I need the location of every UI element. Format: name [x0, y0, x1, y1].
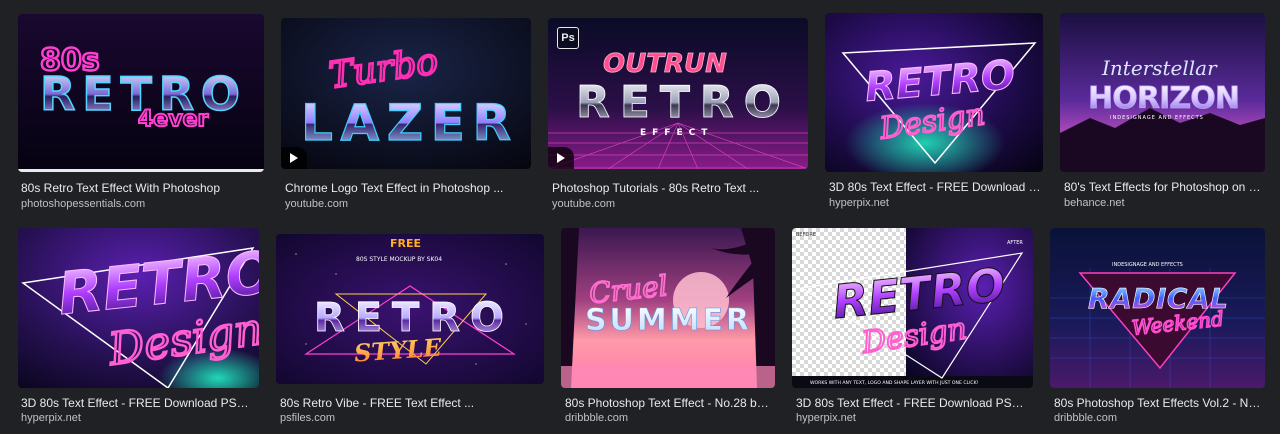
result-thumbnail-5[interactable]: Interstellar HORIZON INDESIGNAGE AND EFF… [1060, 13, 1265, 172]
result-thumbnail-7[interactable]: FREE 80S STYLE MOCKUP BY SK04 RETRO STYL… [276, 234, 544, 384]
result-thumbnail-6[interactable]: RETRO Design [18, 228, 259, 388]
svg-text:AFTER: AFTER [1007, 240, 1023, 246]
result-source[interactable]: behance.net [1064, 197, 1125, 209]
result-source[interactable]: psfiles.com [280, 412, 335, 424]
result-card-8[interactable]: Cruel SUMMER 80s Photoshop Text Effect -… [561, 228, 775, 428]
svg-text:OUTRUN: OUTRUN [603, 49, 727, 79]
svg-text:LAZER: LAZER [301, 94, 511, 152]
svg-text:WORKS WITH ANY TEXT, LOGO AND: WORKS WITH ANY TEXT, LOGO AND SHAPE LAYE… [810, 380, 979, 386]
thumbnail-art-1: 80s RETRO 4ever [18, 14, 264, 172]
result-card-7[interactable]: FREE 80S STYLE MOCKUP BY SK04 RETRO STYL… [276, 234, 544, 428]
selected-indicator [18, 169, 264, 172]
result-title[interactable]: Photoshop Tutorials - 80s Retro Text ... [552, 181, 802, 195]
result-title[interactable]: 80s Photoshop Text Effects Vol.2 - No.2 … [1054, 396, 1265, 410]
thumbnail-art-3: OUTRUN RETRO EFFECT [548, 18, 808, 169]
result-title[interactable]: 80's Text Effects for Photoshop on Be... [1064, 180, 1264, 194]
thumbnail-art-4: RETRO Design [825, 13, 1043, 172]
thumbnail-art-5: Interstellar HORIZON INDESIGNAGE AND EFF… [1060, 13, 1265, 172]
result-source[interactable]: hyperpix.net [829, 197, 889, 209]
result-title[interactable]: 80s Retro Vibe - FREE Text Effect ... [280, 396, 540, 410]
result-card-9[interactable]: BEFORE AFTER RETRO Design WORKS WITH ANY… [792, 228, 1033, 428]
video-badge [548, 147, 574, 169]
result-source[interactable]: hyperpix.net [21, 412, 81, 424]
thumbnail-art-8: Cruel SUMMER [561, 228, 775, 388]
thumbnail-art-2: Turbo LAZER [281, 18, 531, 169]
svg-text:80S STYLE MOCKUP BY SK04: 80S STYLE MOCKUP BY SK04 [356, 256, 442, 263]
thumbnail-art-10: INDESIGNAGE AND EFFECTS RADICAL Weekend [1050, 228, 1265, 388]
svg-text:INDESIGNAGE AND EFFECTS: INDESIGNAGE AND EFFECTS [1110, 115, 1204, 121]
svg-text:Interstellar: Interstellar [1101, 56, 1218, 80]
result-thumbnail-10[interactable]: INDESIGNAGE AND EFFECTS RADICAL Weekend [1050, 228, 1265, 388]
svg-text:BEFORE: BEFORE [796, 232, 816, 238]
result-title[interactable]: 3D 80s Text Effect - FREE Download PSD .… [796, 396, 1030, 410]
result-source[interactable]: youtube.com [285, 198, 348, 210]
result-thumbnail-2[interactable]: Turbo LAZER [281, 18, 531, 169]
result-card-4[interactable]: RETRO Design 3D 80s Text Effect - FREE D… [825, 13, 1043, 214]
result-source[interactable]: youtube.com [552, 198, 615, 210]
result-source[interactable]: hyperpix.net [796, 412, 856, 424]
svg-text:INDESIGNAGE AND EFFECTS: INDESIGNAGE AND EFFECTS [1112, 262, 1183, 268]
result-card-10[interactable]: INDESIGNAGE AND EFFECTS RADICAL Weekend … [1050, 228, 1265, 428]
result-title[interactable]: 80s Retro Text Effect With Photoshop [21, 181, 261, 195]
result-source[interactable]: dribbble.com [1054, 412, 1117, 424]
result-title[interactable]: 3D 80s Text Effect - FREE Download PSD .… [21, 396, 257, 410]
svg-text:HORIZON: HORIZON [1088, 81, 1240, 116]
svg-text:RETRO: RETRO [576, 77, 781, 128]
result-card-6[interactable]: RETRO Design 3D 80s Text Effect - FREE D… [18, 228, 259, 428]
video-badge [281, 147, 307, 169]
result-source[interactable]: photoshopessentials.com [21, 198, 145, 210]
result-title[interactable]: Chrome Logo Text Effect in Photoshop ... [285, 181, 525, 195]
result-thumbnail-4[interactable]: RETRO Design [825, 13, 1043, 172]
play-icon [290, 153, 298, 163]
svg-text:EFFECT: EFFECT [640, 128, 713, 138]
thumbnail-art-9: BEFORE AFTER RETRO Design WORKS WITH ANY… [792, 228, 1033, 388]
svg-text:4ever: 4ever [138, 107, 208, 132]
result-thumbnail-3[interactable]: OUTRUN RETRO EFFECT Ps [548, 18, 808, 169]
result-source[interactable]: dribbble.com [565, 412, 628, 424]
result-card-5[interactable]: Interstellar HORIZON INDESIGNAGE AND EFF… [1060, 13, 1265, 214]
thumbnail-art-6: RETRO Design [18, 228, 259, 388]
svg-text:STYLE: STYLE [353, 333, 443, 368]
result-card-1[interactable]: 80s RETRO 4ever 80s Retro Text Effect Wi… [18, 14, 264, 214]
result-thumbnail-8[interactable]: Cruel SUMMER [561, 228, 775, 388]
result-card-3[interactable]: OUTRUN RETRO EFFECT Ps Photoshop Tutoria… [548, 18, 808, 214]
result-thumbnail-9[interactable]: BEFORE AFTER RETRO Design WORKS WITH ANY… [792, 228, 1033, 388]
play-icon [557, 153, 565, 163]
result-title[interactable]: 3D 80s Text Effect - FREE Download PSD .… [829, 180, 1041, 194]
photoshop-badge-icon: Ps [557, 27, 579, 49]
svg-text:FREE: FREE [390, 237, 421, 250]
result-thumbnail-1[interactable]: 80s RETRO 4ever [18, 14, 264, 172]
thumbnail-art-7: FREE 80S STYLE MOCKUP BY SK04 RETRO STYL… [276, 234, 544, 384]
result-card-2[interactable]: Turbo LAZER Chrome Logo Text Effect in P… [281, 18, 531, 214]
result-title[interactable]: 80s Photoshop Text Effect - No.28 by ... [565, 396, 771, 410]
